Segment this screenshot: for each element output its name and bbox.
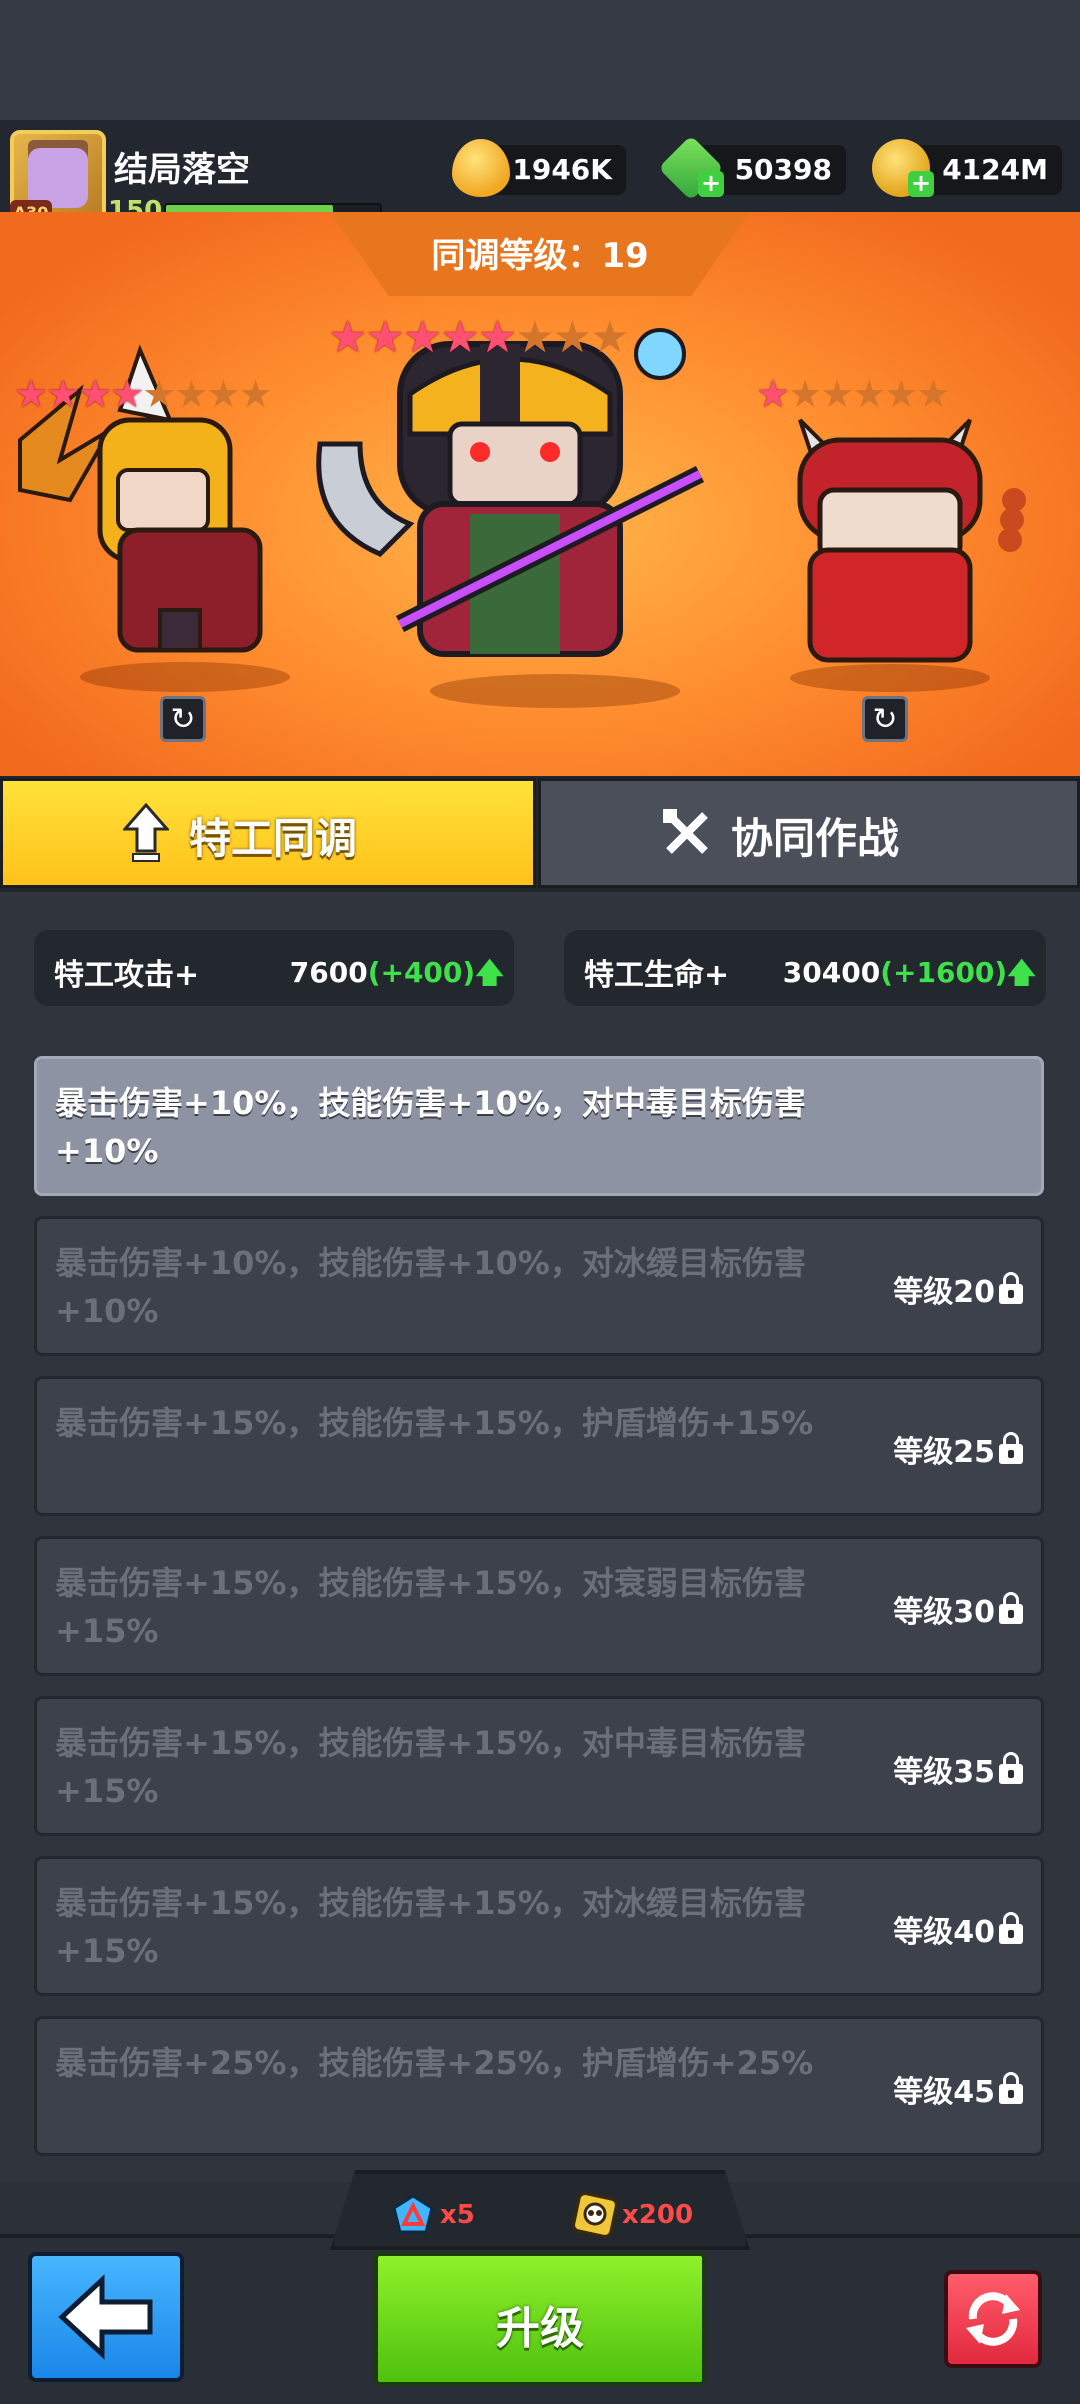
increase-arrow-icon: 🡅 — [475, 956, 504, 989]
stat-health-label: 特工生命+ — [584, 958, 730, 993]
bonus-row: 暴击伤害+10%，技能伤害+10%，对冰缓目标伤害+10% 等级20 — [34, 1216, 1044, 1356]
oil-amount: 1946K — [512, 153, 612, 186]
bonus-requirement: 等级20 — [893, 1267, 1023, 1311]
coin-amount: 4124M — [942, 153, 1048, 186]
hero-stage: ↻ ↻ — [0, 212, 1080, 776]
oil-resource[interactable]: 1946K — [452, 139, 626, 197]
stat-attack-label: 特工攻击+ — [54, 958, 200, 993]
bonus-requirement: 等级25 — [893, 1427, 1023, 1471]
stat-health: 特工生命+ 30400(+1600)🡅 — [564, 930, 1046, 1006]
oil-drop-icon — [452, 139, 510, 197]
upgrade-button-label: 升级 — [496, 2303, 584, 2354]
cost-shield-amount: x5 — [440, 2200, 475, 2230]
lock-icon — [999, 1592, 1023, 1624]
status-bar-area — [0, 0, 1080, 120]
increase-arrow-icon: 🡅 — [1007, 956, 1036, 989]
bonus-requirement: 等级30 — [893, 1587, 1023, 1631]
stat-attack-value: 7600(+400)🡅 — [289, 956, 504, 989]
shield-token-icon — [392, 2194, 434, 2234]
stat-health-value: 30400(+1600)🡅 — [782, 956, 1036, 989]
hero-right[interactable] — [780, 400, 1040, 670]
bonus-row: 暴击伤害+25%，技能伤害+25%，护盾增伤+25% 等级45 — [34, 2016, 1044, 2156]
bonus-row: 暴击伤害+10%，技能伤害+10%，对中毒目标伤害+10% — [34, 1056, 1044, 1196]
cost-skull-amount: x200 — [622, 2200, 694, 2230]
bonus-text: 暴击伤害+10%，技能伤害+10%，对冰缓目标伤害+10% — [55, 1244, 806, 1330]
bonus-row: 暴击伤害+15%，技能伤害+15%，对冰缓目标伤害+15% 等级40 — [34, 1856, 1044, 1996]
refresh-icon — [966, 2292, 1020, 2346]
coin-resource[interactable]: + 4124M — [872, 139, 1062, 197]
bonus-text: 暴击伤害+15%，技能伤害+15%，对中毒目标伤害+15% — [55, 1724, 806, 1810]
gem-amount: 50398 — [734, 153, 832, 186]
lock-icon — [999, 1272, 1023, 1304]
bonus-row: 暴击伤害+15%，技能伤害+15%，对衰弱目标伤害+15% 等级30 — [34, 1536, 1044, 1676]
tab-cooperation-label: 协同作战 — [731, 814, 900, 863]
bonus-text: 暴击伤害+10%，技能伤害+10%，对中毒目标伤害+10% — [55, 1084, 806, 1170]
bonus-row: 暴击伤害+15%，技能伤害+15%，对中毒目标伤害+15% 等级35 — [34, 1696, 1044, 1836]
player-name: 结局落空 — [114, 150, 250, 190]
reset-button[interactable] — [944, 2270, 1042, 2368]
swap-hero-right-icon[interactable]: ↻ — [862, 696, 908, 742]
bonus-row: 暴击伤害+15%，技能伤害+15%，护盾增伤+15% 等级25 — [34, 1376, 1044, 1516]
stat-attack: 特工攻击+ 7600(+400)🡅 — [34, 930, 514, 1006]
lock-icon — [999, 2072, 1023, 2104]
lock-icon — [999, 1912, 1023, 1944]
tab-cooperation[interactable]: 协同作战 — [538, 778, 1080, 888]
bonus-text: 暴击伤害+15%，技能伤害+15%，护盾增伤+15% — [55, 1404, 814, 1442]
crossed-tools-icon — [663, 809, 708, 854]
stat-health-increase: (+1600) — [880, 956, 1008, 989]
bonus-text: 暴击伤害+25%，技能伤害+25%，护盾增伤+25% — [55, 2044, 814, 2082]
swap-hero-left-icon[interactable]: ↻ — [160, 696, 206, 742]
lock-icon — [999, 1432, 1023, 1464]
stat-attack-increase: (+400) — [367, 956, 476, 989]
lock-icon — [999, 1752, 1023, 1784]
hero-center[interactable] — [300, 324, 780, 694]
sync-level-text: 同调等级：19 — [431, 236, 649, 276]
bonus-text: 暴击伤害+15%，技能伤害+15%，对冰缓目标伤害+15% — [55, 1884, 806, 1970]
skull-token-icon — [572, 2192, 618, 2238]
hero-right-stars: ★★★★★★ — [756, 372, 950, 416]
bonus-text: 暴击伤害+15%，技能伤害+15%，对衰弱目标伤害+15% — [55, 1564, 806, 1650]
upgrade-button[interactable]: 升级 — [374, 2252, 706, 2386]
arrow-left-icon — [58, 2274, 153, 2360]
hero-center-stars: ★★★★★★★★ — [328, 312, 630, 363]
tab-agent-sync-label: 特工同调 — [189, 814, 358, 863]
add-coin-icon[interactable]: + — [908, 171, 934, 197]
bonus-requirement: 等级35 — [893, 1747, 1023, 1791]
hero-left-stars: ★★★★★★★★ — [14, 372, 273, 416]
bonus-requirement: 等级40 — [893, 1907, 1023, 1951]
add-gem-icon[interactable]: + — [698, 171, 724, 197]
tab-agent-sync[interactable]: 特工同调 — [0, 778, 536, 888]
bonus-requirement: 等级45 — [893, 2067, 1023, 2111]
gem-resource[interactable]: + 50398 — [658, 135, 846, 201]
back-button[interactable] — [28, 2252, 184, 2382]
avatar-face — [28, 148, 88, 208]
arrow-up-icon — [123, 803, 169, 862]
